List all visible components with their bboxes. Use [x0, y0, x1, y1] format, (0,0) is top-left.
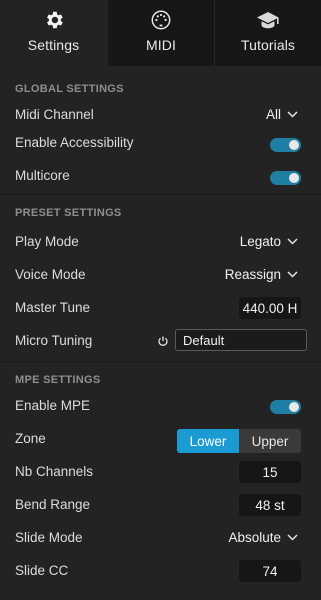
tab-tutorials[interactable]: Tutorials — [214, 0, 321, 66]
zone-segmented-control: Lower Upper — [177, 429, 301, 453]
slide-cc-label: Slide CC — [15, 563, 69, 578]
chevron-down-icon — [287, 534, 298, 541]
slide-mode-dropdown[interactable]: Absolute — [228, 530, 298, 545]
nb-channels-label: Nb Channels — [15, 464, 94, 479]
micro-tuning-field[interactable]: Default — [175, 329, 307, 351]
global-settings-header: GLOBAL SETTINGS — [15, 83, 124, 95]
graduation-cap-icon — [256, 8, 280, 32]
zone-option-lower[interactable]: Lower — [177, 429, 239, 453]
divider — [0, 194, 321, 195]
enable-mpe-label: Enable MPE — [15, 398, 91, 413]
tab-midi[interactable]: MIDI — [107, 0, 214, 66]
master-tune-label: Master Tune — [15, 300, 91, 315]
nb-channels-field[interactable]: 15 — [239, 461, 301, 483]
divider — [0, 361, 321, 362]
midi-channel-label: Midi Channel — [15, 107, 94, 122]
toggle-knob — [289, 173, 299, 183]
slide-mode-label: Slide Mode — [15, 530, 83, 545]
play-mode-dropdown[interactable]: Legato — [240, 234, 298, 249]
voice-mode-value: Reassign — [224, 267, 281, 282]
tab-tutorials-label: Tutorials — [240, 37, 296, 53]
micro-tuning-label: Micro Tuning — [15, 333, 93, 348]
settings-panel: GLOBAL SETTINGS Midi Channel All Enable … — [0, 66, 321, 600]
master-tune-field[interactable]: 440.00 H — [239, 297, 301, 319]
chevron-down-icon — [287, 238, 298, 245]
enable-accessibility-toggle[interactable] — [270, 138, 301, 152]
play-mode-value: Legato — [239, 234, 281, 249]
voice-mode-dropdown[interactable]: Reassign — [225, 267, 298, 282]
multicore-label: Multicore — [15, 168, 70, 183]
chevron-down-icon — [287, 271, 298, 278]
slide-mode-value: Absolute — [228, 530, 281, 545]
tab-midi-label: MIDI — [146, 37, 176, 53]
slide-cc-field[interactable]: 74 — [239, 560, 301, 582]
enable-accessibility-label: Enable Accessibility — [15, 135, 134, 150]
tab-bar: Settings MIDI Tutorials — [0, 0, 321, 66]
mpe-settings-header: MPE SETTINGS — [15, 374, 101, 386]
zone-label: Zone — [15, 431, 46, 446]
bend-range-label: Bend Range — [15, 497, 91, 512]
midi-channel-value: All — [265, 107, 281, 122]
tab-settings-label: Settings — [27, 37, 80, 53]
bend-range-field[interactable]: 48 st — [239, 494, 301, 516]
gear-icon — [42, 8, 66, 32]
multicore-toggle[interactable] — [270, 171, 301, 185]
chevron-down-icon — [287, 111, 298, 118]
voice-mode-label: Voice Mode — [15, 267, 86, 282]
enable-mpe-toggle[interactable] — [270, 400, 301, 414]
power-icon[interactable] — [157, 335, 169, 347]
toggle-knob — [289, 402, 299, 412]
midi-channel-dropdown[interactable]: All — [266, 107, 298, 122]
play-mode-label: Play Mode — [15, 234, 79, 249]
preset-settings-header: PRESET SETTINGS — [15, 207, 122, 219]
zone-option-upper[interactable]: Upper — [239, 429, 301, 453]
toggle-knob — [289, 140, 299, 150]
midi-din-icon — [149, 8, 173, 32]
tab-settings[interactable]: Settings — [0, 0, 107, 66]
